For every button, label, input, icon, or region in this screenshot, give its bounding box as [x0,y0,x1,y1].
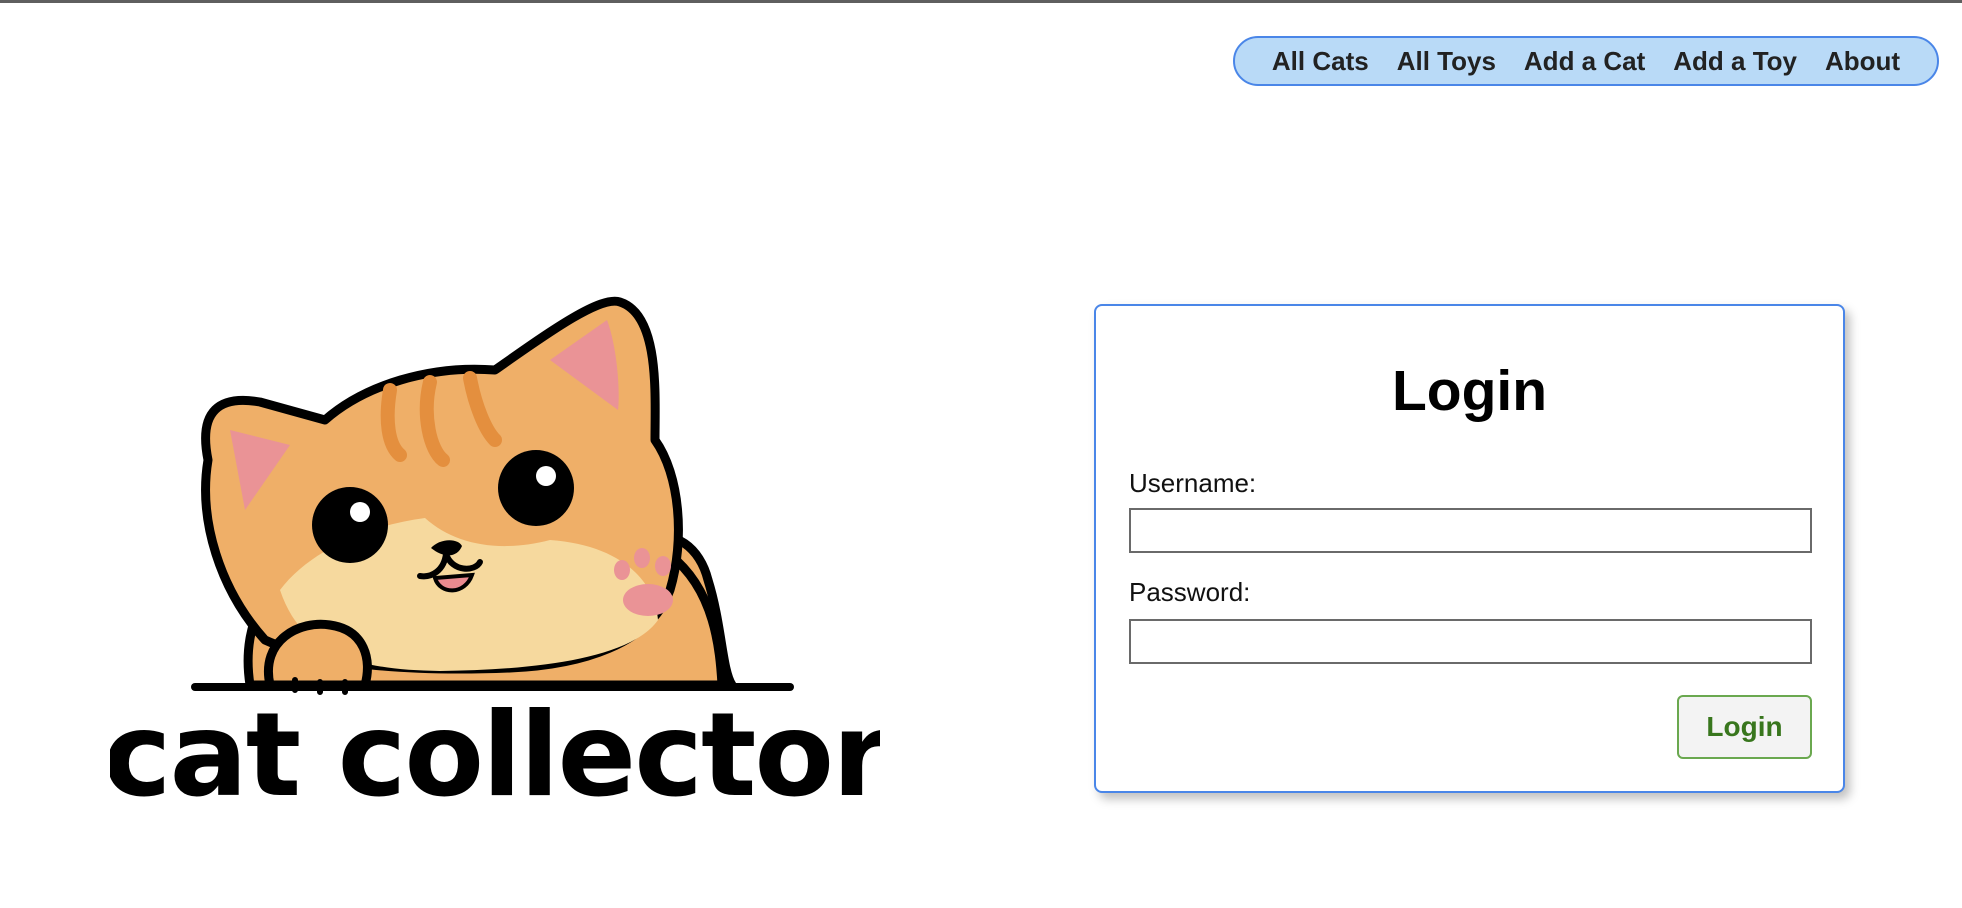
password-input[interactable] [1129,619,1812,664]
nav-link-all-cats[interactable]: All Cats [1272,46,1369,77]
logo-wordmark: cat collector [110,688,880,810]
nav-link-about[interactable]: About [1825,46,1900,77]
nav-link-add-toy[interactable]: Add a Toy [1673,46,1797,77]
login-title: Login [1391,359,1548,423]
login-button[interactable]: Login [1677,695,1812,759]
top-divider [0,0,1962,3]
cat-collector-logo: cat collector [103,290,891,823]
username-label: Username: [1129,468,1257,498]
password-label: Password: [1129,577,1251,607]
waving-kitten-icon: cat collector [103,296,891,823]
nav-link-add-cat[interactable]: Add a Cat [1524,46,1645,77]
login-card: Login Username: Password: Login [1094,304,1845,793]
main-nav: All Cats All Toys Add a Cat Add a Toy Ab… [1233,36,1939,86]
nav-link-all-toys[interactable]: All Toys [1397,46,1496,77]
username-input[interactable] [1129,508,1812,553]
